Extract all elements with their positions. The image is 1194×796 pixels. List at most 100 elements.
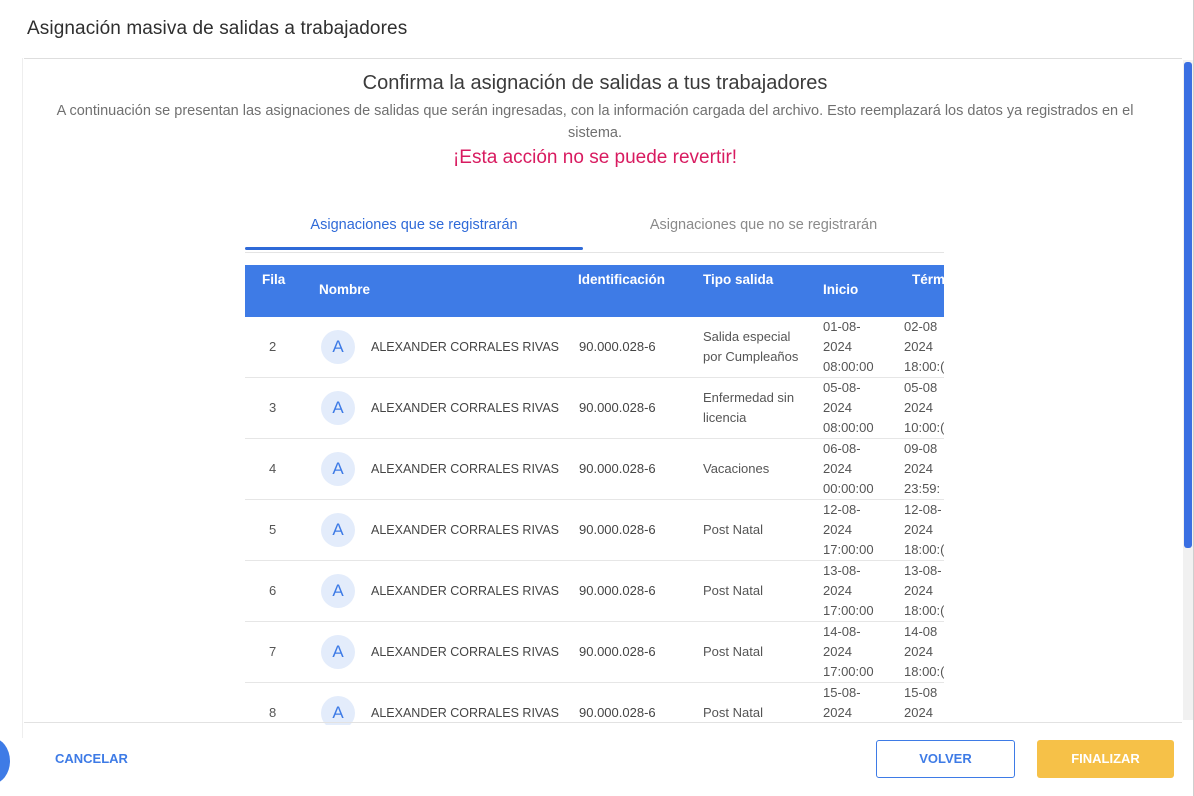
active-tab-indicator bbox=[245, 247, 583, 250]
cell-tipo-salida-text: Post Natal bbox=[703, 705, 763, 720]
cell-tipo-salida-text: Post Natal bbox=[703, 644, 763, 659]
table-row[interactable]: 7 A ALEXANDER CORRALES RIVAS 90.000.028-6 Po… bbox=[245, 622, 944, 683]
cell-inicio-line: 2024 bbox=[823, 339, 852, 354]
cell-termino-line: 2024 bbox=[904, 583, 933, 598]
cell-termino-line: 18:00:( bbox=[904, 542, 944, 557]
cell-tipo-salida-text: Enfermedad sin licencia bbox=[703, 390, 795, 425]
cell-termino-line: 2024 bbox=[904, 400, 933, 415]
cell-inicio-line: 12-08- bbox=[823, 502, 861, 517]
table-row[interactable]: 2 A ALEXANDER CORRALES RIVAS 90.000.028-6 Sa… bbox=[245, 317, 944, 378]
cell-tipo-salida-text: Vacaciones bbox=[703, 461, 770, 476]
cell-tipo-salida: Post Natal bbox=[703, 622, 803, 682]
cell-termino-line: 10:00:( bbox=[904, 420, 944, 435]
table-row[interactable]: 4 A ALEXANDER CORRALES RIVAS 90.000.028-6 Va… bbox=[245, 439, 944, 500]
header-fila[interactable]: Fila bbox=[262, 272, 285, 287]
cell-termino: 12-08- 2024 18:00:( bbox=[904, 500, 944, 560]
cell-termino-line: 18:00:( bbox=[904, 359, 944, 374]
cancel-button[interactable]: CANCELAR bbox=[55, 741, 128, 777]
cell-tipo-salida-text: Post Natal bbox=[703, 522, 763, 537]
assignment-tabs: Asignaciones que se registrarán Asignaci… bbox=[245, 210, 944, 253]
footer-divider bbox=[24, 722, 1182, 723]
cell-termino-line: 18:00:( bbox=[904, 664, 944, 679]
table-row[interactable]: 8 A ALEXANDER CORRALES RIVAS 90.000.028-6 Po… bbox=[245, 683, 944, 725]
cell-fila: 3 bbox=[269, 400, 277, 415]
cell-termino: 09-08 2024 23:59: bbox=[904, 439, 944, 499]
cell-inicio-line: 00:00:00 bbox=[823, 481, 874, 496]
cell-tipo-salida-text: Post Natal bbox=[703, 583, 763, 598]
cell-tipo-salida: Post Natal bbox=[703, 500, 803, 560]
cell-nombre: ALEXANDER CORRALES RIVAS bbox=[371, 462, 560, 476]
finish-button[interactable]: FINALIZAR bbox=[1037, 740, 1174, 778]
cell-termino-line: 2024 bbox=[904, 644, 933, 659]
avatar: A bbox=[321, 391, 355, 425]
cell-nombre: ALEXANDER CORRALES RIVAS bbox=[371, 706, 560, 720]
cell-inicio: 06-08- 2024 00:00:00 bbox=[823, 439, 893, 499]
cell-termino-line: 23:59: bbox=[904, 481, 941, 496]
cell-termino-line: 18:00:( bbox=[904, 603, 944, 618]
cell-nombre: ALEXANDER CORRALES RIVAS bbox=[371, 340, 560, 354]
cell-tipo-salida: Salida especial por Cumpleaños bbox=[703, 317, 803, 377]
tab-registered-label: Asignaciones que se registrarán bbox=[310, 217, 518, 233]
cell-termino-line: 02-08 bbox=[904, 319, 938, 334]
cell-termino-line: 2024 bbox=[904, 522, 933, 537]
cell-inicio-line: 2024 bbox=[823, 644, 852, 659]
table-row[interactable]: 5 A ALEXANDER CORRALES RIVAS 90.000.028-6 Po… bbox=[245, 500, 944, 561]
cell-termino: 14-08 2024 18:00:( bbox=[904, 622, 944, 682]
cell-fila: 7 bbox=[269, 644, 277, 659]
help-fab-button[interactable] bbox=[0, 738, 10, 784]
cell-termino: 13-08- 2024 18:00:( bbox=[904, 561, 944, 621]
cell-fila: 2 bbox=[269, 339, 277, 354]
cell-termino-line: 14-08 bbox=[904, 624, 938, 639]
cell-inicio-line: 17:00:00 bbox=[823, 664, 874, 679]
cell-nombre: ALEXANDER CORRALES RIVAS bbox=[371, 584, 560, 598]
cell-identificacion: 90.000.028-6 bbox=[579, 522, 656, 537]
cell-termino: 15-08 2024 bbox=[904, 683, 944, 723]
cell-inicio: 14-08- 2024 17:00:00 bbox=[823, 622, 893, 682]
cell-inicio-line: 05-08- bbox=[823, 380, 861, 395]
cell-fila: 5 bbox=[269, 522, 277, 537]
header-termino[interactable]: Térm bbox=[912, 272, 944, 287]
cell-inicio-line: 14-08- bbox=[823, 624, 861, 639]
cell-nombre: ALEXANDER CORRALES RIVAS bbox=[371, 523, 560, 537]
dialog-title: Asignación masiva de salidas a trabajado… bbox=[27, 18, 408, 39]
header-divider bbox=[24, 58, 1182, 59]
header-tipo-salida[interactable]: Tipo salida bbox=[703, 272, 773, 287]
cell-inicio: 13-08- 2024 17:00:00 bbox=[823, 561, 893, 621]
cell-inicio-line: 2024 bbox=[823, 583, 852, 598]
cell-inicio-line: 06-08- bbox=[823, 441, 861, 456]
tab-not-registered-label: Asignaciones que no se registrarán bbox=[649, 217, 878, 233]
assignments-table: Fila Nombre Identificación Tipo salida I… bbox=[245, 265, 944, 725]
cell-identificacion: 90.000.028-6 bbox=[579, 400, 656, 415]
cell-identificacion: 90.000.028-6 bbox=[579, 583, 656, 598]
avatar: A bbox=[321, 513, 355, 547]
cell-inicio-line: 2024 bbox=[823, 461, 852, 476]
cell-termino-line: 2024 bbox=[904, 461, 933, 476]
header-inicio[interactable]: Inicio bbox=[823, 282, 858, 297]
cell-termino-line: 2024 bbox=[904, 339, 933, 354]
confirm-description: A continuación se presentan las asignaci… bbox=[56, 103, 1134, 141]
header-identificacion[interactable]: Identificación bbox=[578, 272, 665, 287]
table-header: Fila Nombre Identificación Tipo salida I… bbox=[245, 265, 944, 317]
avatar: A bbox=[321, 635, 355, 669]
tab-registered[interactable]: Asignaciones que se registrarán bbox=[245, 210, 583, 250]
cell-nombre: ALEXANDER CORRALES RIVAS bbox=[371, 645, 560, 659]
cell-tipo-salida: Vacaciones bbox=[703, 439, 803, 499]
cell-inicio-line: 2024 bbox=[823, 705, 852, 720]
table-row[interactable]: 3 A ALEXANDER CORRALES RIVAS 90.000.028-6 En… bbox=[245, 378, 944, 439]
header-nombre[interactable]: Nombre bbox=[319, 282, 370, 297]
cell-tipo-salida: Post Natal bbox=[703, 561, 803, 621]
cell-inicio: 15-08- 2024 bbox=[823, 683, 893, 723]
table-row[interactable]: 6 A ALEXANDER CORRALES RIVAS 90.000.028-6 Po… bbox=[245, 561, 944, 622]
cell-inicio-line: 08:00:00 bbox=[823, 359, 874, 374]
avatar: A bbox=[321, 330, 355, 364]
cell-tipo-salida: Post Natal bbox=[703, 683, 803, 725]
cell-tipo-salida-text: Salida especial por Cumpleaños bbox=[703, 329, 799, 364]
irreversible-warning: ¡Esta acción no se puede revertir! bbox=[452, 147, 738, 168]
cell-identificacion: 90.000.028-6 bbox=[579, 461, 656, 476]
cell-tipo-salida: Enfermedad sin licencia bbox=[703, 378, 803, 438]
tab-not-registered[interactable]: Asignaciones que no se registrarán bbox=[583, 210, 944, 250]
scrollbar-thumb[interactable] bbox=[1184, 62, 1192, 548]
back-button[interactable]: VOLVER bbox=[876, 740, 1015, 778]
confirm-subtitle: Confirma la asignación de salidas a tus … bbox=[362, 72, 828, 94]
cell-termino-line: 09-08 bbox=[904, 441, 938, 456]
